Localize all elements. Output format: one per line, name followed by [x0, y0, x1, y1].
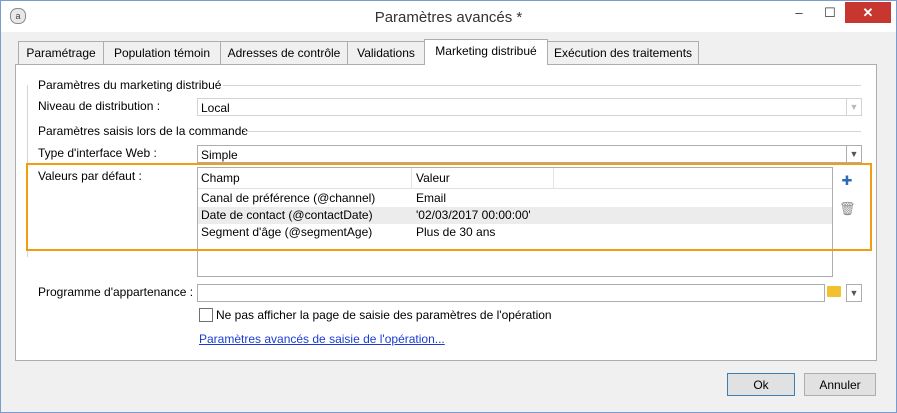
trash-icon[interactable]: 🗑	[839, 201, 856, 217]
advanced-params-link[interactable]: Paramètres avancés de saisie de l'opérat…	[199, 332, 445, 346]
section-divider	[245, 131, 861, 132]
hide-page-checkbox-label[interactable]: Ne pas afficher la page de saisie des pa…	[216, 308, 552, 322]
title-bar: a Paramètres avancés * – ☐ ✕	[1, 1, 896, 32]
tab-adresses-controle[interactable]: Adresses de contrôle	[220, 41, 348, 64]
tab-validations[interactable]: Validations	[347, 41, 425, 64]
section-title-order-params: Paramètres saisis lors de la commande	[38, 124, 249, 138]
dialog-window: a Paramètres avancés * – ☐ ✕ Paramétrage…	[0, 0, 897, 413]
tab-parametrage[interactable]: Paramétrage	[18, 41, 104, 64]
tab-execution-traitements[interactable]: Exécution des traitements	[547, 41, 699, 64]
chevron-down-icon[interactable]: ▼	[846, 145, 862, 163]
window-title: Paramètres avancés *	[374, 9, 523, 26]
web-interface-label: Type d'interface Web :	[38, 146, 157, 160]
section-divider	[223, 85, 861, 86]
chevron-down-icon[interactable]: ▼	[846, 98, 862, 116]
maximize-button[interactable]: ☐	[817, 2, 843, 23]
tab-population-temoin[interactable]: Population témoin	[103, 41, 221, 64]
hide-page-checkbox[interactable]	[199, 308, 213, 322]
program-field[interactable]	[197, 284, 825, 302]
distribution-level-field[interactable]: Local	[197, 98, 847, 116]
cancel-button[interactable]: Annuler	[804, 373, 876, 396]
tab-marketing-distribue[interactable]: Marketing distribué	[424, 39, 548, 65]
folder-icon[interactable]	[827, 286, 841, 297]
add-value-icon[interactable]: ✚	[839, 173, 855, 189]
distribution-level-label: Niveau de distribution :	[38, 99, 161, 113]
web-interface-field[interactable]: Simple	[197, 145, 847, 163]
section-title-distributed-marketing: Paramètres du marketing distribué	[38, 78, 222, 92]
highlight-box	[26, 163, 872, 251]
chevron-down-icon[interactable]: ▼	[846, 284, 862, 302]
minimize-button[interactable]: –	[786, 2, 812, 23]
close-button[interactable]: ✕	[845, 2, 891, 23]
ok-button[interactable]: Ok	[727, 373, 795, 396]
program-label: Programme d'appartenance :	[38, 285, 194, 299]
